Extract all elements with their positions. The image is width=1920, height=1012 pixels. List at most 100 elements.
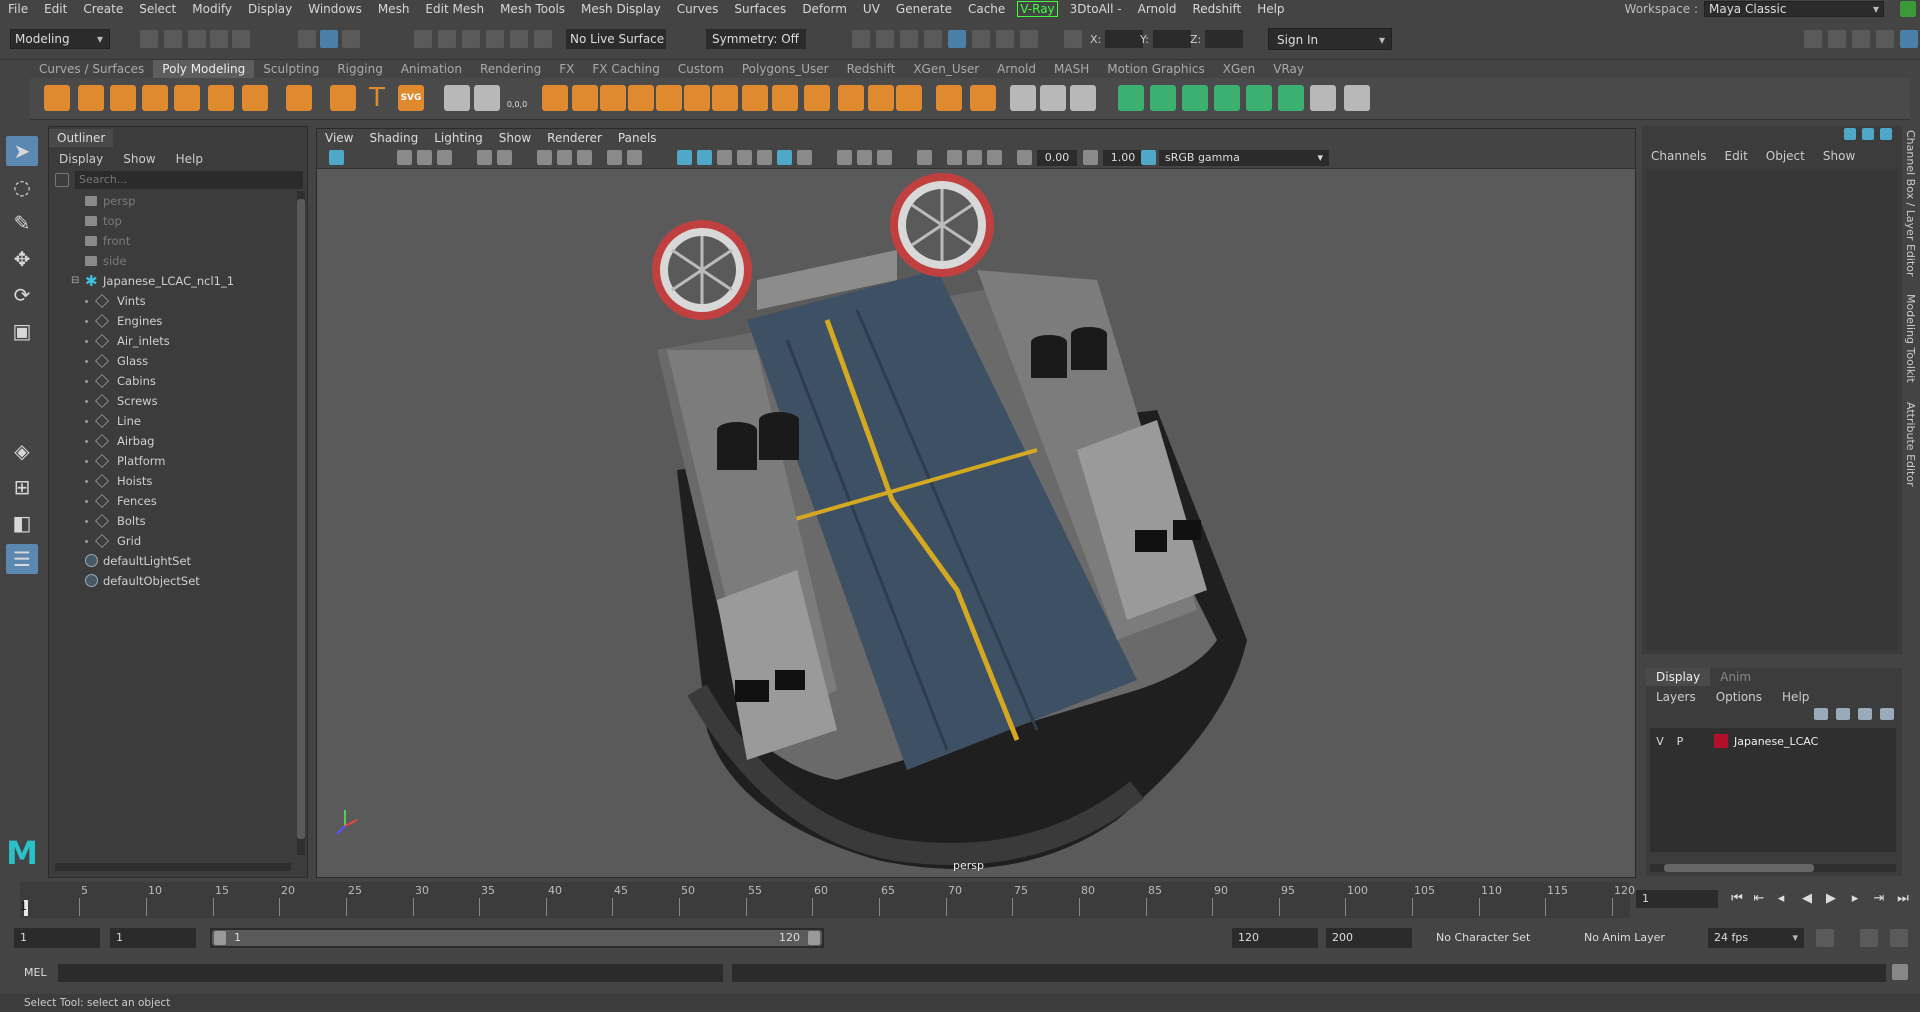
fps-select[interactable]: 24 fps — [1708, 928, 1804, 948]
outliner-item-hoists[interactable]: Hoists — [49, 471, 293, 491]
menu-deform[interactable]: Deform — [794, 2, 855, 16]
auto-key-icon[interactable] — [1860, 929, 1878, 947]
mirror-icon[interactable] — [444, 85, 470, 111]
workspace-select[interactable]: Maya Classic — [1704, 1, 1884, 17]
shelf-tab-motion-graphics[interactable]: Motion Graphics — [1098, 60, 1214, 78]
poly-disc-icon[interactable] — [242, 85, 268, 111]
four-view-icon[interactable]: ⊞ — [6, 472, 38, 502]
extrude-icon[interactable] — [742, 85, 768, 111]
range-end-handle[interactable] — [808, 931, 820, 945]
outliner-scrollbar[interactable] — [297, 191, 305, 855]
outliner-item-screws[interactable]: Screws — [49, 391, 293, 411]
boolean-icon[interactable] — [628, 85, 654, 111]
shelf-tab-custom[interactable]: Custom — [669, 60, 733, 78]
animation-end-field[interactable]: 200 — [1326, 928, 1412, 948]
xray-active-icon[interactable] — [967, 150, 982, 165]
step-forward-key-icon[interactable]: ⇥ — [1872, 892, 1886, 906]
tool-settings-icon[interactable] — [1876, 30, 1894, 48]
character-set-select[interactable]: No Character Set — [1436, 928, 1530, 948]
expand-dot[interactable] — [85, 440, 88, 443]
shelf-tab-arnold[interactable]: Arnold — [988, 60, 1045, 78]
separate-icon[interactable] — [572, 85, 598, 111]
collapse-icon[interactable]: ⊟ — [71, 271, 79, 291]
grid-icon[interactable] — [477, 150, 492, 165]
layer-menu-layers[interactable]: Layers — [1646, 688, 1706, 706]
expand-dot[interactable] — [85, 360, 88, 363]
outliner-camera-top[interactable]: top — [49, 211, 293, 231]
side-tab-modeling-toolkit[interactable]: Modeling Toolkit — [1904, 294, 1917, 383]
range-start-handle[interactable] — [214, 931, 226, 945]
command-input[interactable] — [58, 964, 723, 982]
new-empty-layer-icon[interactable] — [1858, 708, 1872, 720]
offset-loop-icon[interactable] — [1070, 85, 1096, 111]
bridge-icon[interactable] — [804, 85, 830, 111]
shelf-tab-redshift[interactable]: Redshift — [838, 60, 905, 78]
sign-in-button[interactable]: Sign In — [1268, 28, 1392, 51]
step-back-frame-icon[interactable]: ◂ — [1774, 892, 1788, 906]
select-object-icon[interactable] — [320, 30, 338, 48]
field-chart-icon[interactable] — [577, 150, 592, 165]
attribute-editor-icon[interactable] — [1852, 30, 1870, 48]
move-tool-icon[interactable]: ✥ — [6, 244, 38, 274]
target-weld-icon[interactable] — [936, 85, 962, 111]
menu-v-ray[interactable]: V-Ray — [1017, 1, 1058, 17]
layer-tab-display[interactable]: Display — [1646, 668, 1711, 686]
layer-color-swatch[interactable] — [1714, 734, 1728, 748]
viewport-menu-show[interactable]: Show — [491, 129, 539, 147]
outliner-item-vints[interactable]: Vints — [49, 291, 293, 311]
color-space-select[interactable]: sRGB gamma — [1159, 150, 1329, 166]
channel-menu-channels[interactable]: Channels — [1642, 146, 1716, 166]
connect-icon[interactable] — [970, 85, 996, 111]
outliner-item-line[interactable]: Line — [49, 411, 293, 431]
cut-uv-icon[interactable] — [1310, 85, 1336, 111]
shelf-tab-rigging[interactable]: Rigging — [328, 60, 391, 78]
shelf-tab-animation[interactable]: Animation — [392, 60, 471, 78]
textured-icon[interactable] — [757, 150, 772, 165]
gamma-value[interactable]: 1.00 — [1103, 150, 1143, 166]
layer-menu-options[interactable]: Options — [1706, 688, 1772, 706]
vray-render-icon[interactable] — [972, 30, 990, 48]
isolate-select-icon[interactable] — [917, 150, 932, 165]
time-slider[interactable]: 1 5 10 15 20 25 30 35 40 45 50 55 60 65 70 75 80 85 90 95 1… — [0, 882, 1920, 918]
menu-arnold[interactable]: Arnold — [1130, 2, 1185, 16]
expand-dot[interactable] — [85, 400, 88, 403]
scroll-thumb[interactable] — [1664, 864, 1814, 872]
unfold-icon[interactable] — [1278, 85, 1304, 111]
poly-plane-icon[interactable] — [208, 85, 234, 111]
exposure-value[interactable]: 0.00 — [1037, 150, 1077, 166]
hypershade-icon[interactable] — [948, 30, 966, 48]
redo-icon[interactable] — [232, 30, 250, 48]
hovercraft-scene[interactable] — [317, 170, 1635, 877]
spherical-map-icon[interactable] — [1214, 85, 1240, 111]
viewport-menu-panels[interactable]: Panels — [610, 129, 665, 147]
step-forward-frame-icon[interactable]: ▸ — [1848, 892, 1862, 906]
persp-outliner-icon[interactable]: ◧ — [6, 508, 38, 538]
current-frame-field[interactable]: 1 — [1636, 890, 1718, 908]
playback-start-field[interactable]: 1 — [110, 928, 196, 948]
range-slider[interactable]: 1 120 — [210, 928, 824, 948]
wireframe-on-shaded-icon[interactable] — [737, 150, 752, 165]
cylindrical-map-icon[interactable] — [1182, 85, 1208, 111]
snap-curve-icon[interactable] — [438, 30, 456, 48]
filter-icon[interactable] — [55, 173, 69, 187]
menu-surfaces[interactable]: Surfaces — [726, 2, 794, 16]
center-pivot-icon[interactable]: 0,0,0 — [504, 85, 530, 111]
xform-mode-icon[interactable] — [1064, 30, 1082, 48]
lock-icon[interactable] — [1900, 1, 1916, 17]
rotate-tool-icon[interactable]: ⟳ — [6, 280, 38, 310]
safe-title-icon[interactable] — [627, 150, 642, 165]
render-frame-icon[interactable] — [852, 30, 870, 48]
layer-row[interactable]: V P Japanese_LCAC — [1650, 732, 1896, 750]
platonic-solid-icon[interactable] — [286, 85, 312, 111]
lasso-tool-icon[interactable]: ◌ — [6, 172, 38, 202]
anim-layer-select[interactable]: No Anim Layer — [1584, 928, 1665, 948]
sew-uv-icon[interactable] — [1344, 85, 1370, 111]
ipr-render-icon[interactable] — [900, 30, 918, 48]
shelf-tab-xgen-user[interactable]: XGen_User — [904, 60, 988, 78]
shelf-tab-mash[interactable]: MASH — [1045, 60, 1098, 78]
shelf-tab-fx[interactable]: FX — [550, 60, 583, 78]
menu-select[interactable]: Select — [131, 2, 184, 16]
remesh-icon[interactable] — [684, 85, 710, 111]
select-component-icon[interactable] — [342, 30, 360, 48]
bookmarks-icon[interactable] — [417, 150, 432, 165]
